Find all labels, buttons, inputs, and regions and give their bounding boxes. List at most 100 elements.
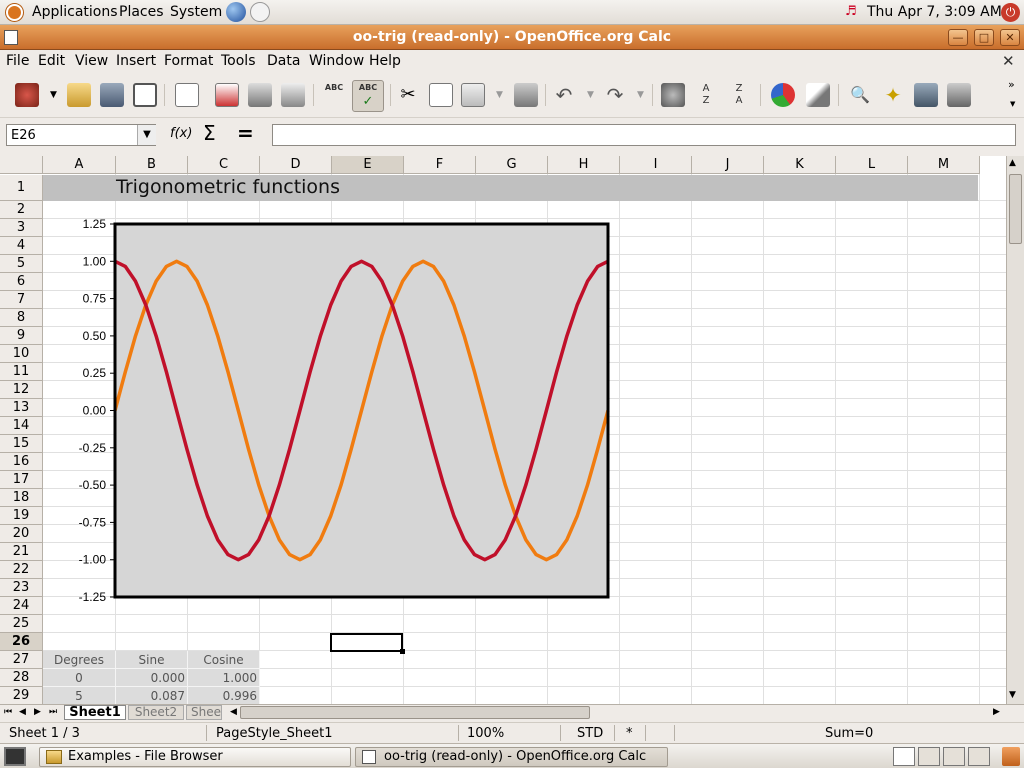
table-cell[interactable]: 0.000 xyxy=(116,669,188,687)
menu-file[interactable]: File xyxy=(6,53,29,69)
row-header-4[interactable]: 4 xyxy=(0,237,43,255)
email-client-icon[interactable] xyxy=(250,2,270,22)
row-header-1[interactable]: 1 xyxy=(0,175,43,201)
row-header-11[interactable]: 11 xyxy=(0,363,43,381)
menu-view[interactable]: View xyxy=(75,53,108,69)
row-header-25[interactable]: 25 xyxy=(0,615,43,633)
workspace-2-icon[interactable] xyxy=(918,747,940,766)
row-header-21[interactable]: 21 xyxy=(0,543,43,561)
scroll-down-icon[interactable]: ▼ xyxy=(1009,690,1016,700)
row-header-13[interactable]: 13 xyxy=(0,399,43,417)
menu-data[interactable]: Data xyxy=(267,53,300,69)
row-header-6[interactable]: 6 xyxy=(0,273,43,291)
column-header-c[interactable]: C xyxy=(188,156,260,174)
row-header-8[interactable]: 8 xyxy=(0,309,43,327)
table-cell[interactable]: 1.000 xyxy=(188,669,260,687)
menu-edit[interactable]: Edit xyxy=(38,53,65,69)
name-box[interactable]: E26 ▼ xyxy=(6,124,156,146)
new-document-icon[interactable] xyxy=(15,83,39,107)
menu-help[interactable]: Help xyxy=(369,53,401,69)
row-header-7[interactable]: 7 xyxy=(0,291,43,309)
scroll-up-icon[interactable]: ▲ xyxy=(1009,158,1016,168)
row-header-17[interactable]: 17 xyxy=(0,471,43,489)
ubuntu-logo-icon[interactable] xyxy=(6,4,23,21)
row-header-5[interactable]: 5 xyxy=(0,255,43,273)
table-cell[interactable]: 5 xyxy=(43,687,116,705)
window-titlebar[interactable]: oo-trig (read-only) - OpenOffice.org Cal… xyxy=(0,25,1024,50)
spellcheck-icon[interactable]: ABC xyxy=(322,83,346,107)
taskbar-calc-window[interactable]: oo-trig (read-only) - OpenOffice.org Cal… xyxy=(355,747,668,767)
row-header-29[interactable]: 29 xyxy=(0,687,43,705)
row-header-3[interactable]: 3 xyxy=(0,219,43,237)
menu-insert[interactable]: Insert xyxy=(116,53,156,69)
save-icon[interactable] xyxy=(100,83,124,107)
edit-file-icon[interactable] xyxy=(175,83,199,107)
paste-icon[interactable] xyxy=(461,83,485,107)
row-header-12[interactable]: 12 xyxy=(0,381,43,399)
vertical-scroll-thumb[interactable] xyxy=(1009,174,1022,244)
sort-ascending-icon[interactable]: AZ xyxy=(694,83,718,107)
row-header-28[interactable]: 28 xyxy=(0,669,43,687)
print-icon[interactable] xyxy=(248,83,272,107)
column-header-f[interactable]: F xyxy=(404,156,476,174)
tab-sheet2[interactable]: Sheet2 xyxy=(128,705,184,720)
insert-mode[interactable]: STD xyxy=(577,726,603,741)
copy-icon[interactable] xyxy=(429,83,453,107)
column-header-k[interactable]: K xyxy=(764,156,836,174)
power-icon[interactable]: ⏻ xyxy=(1001,3,1020,22)
menu-format[interactable]: Format xyxy=(164,53,213,69)
redo-dropdown-icon[interactable]: ▼ xyxy=(637,90,644,100)
redo-icon[interactable]: ↷ xyxy=(603,83,627,107)
vertical-scrollbar[interactable]: ▲ ▼ xyxy=(1006,156,1024,704)
trash-icon[interactable] xyxy=(1002,747,1020,766)
row-header-26[interactable]: 26 xyxy=(0,633,43,651)
row-header-18[interactable]: 18 xyxy=(0,489,43,507)
row-header-14[interactable]: 14 xyxy=(0,417,43,435)
minimize-button[interactable]: — xyxy=(948,29,968,46)
scroll-left-icon[interactable]: ◀ xyxy=(230,707,237,717)
toolbar-overflow-icon[interactable]: » xyxy=(1008,78,1015,91)
scroll-right-icon[interactable]: ▶ xyxy=(993,707,1000,717)
row-header-24[interactable]: 24 xyxy=(0,597,43,615)
row-header-23[interactable]: 23 xyxy=(0,579,43,597)
hyperlink-icon[interactable] xyxy=(661,83,685,107)
page-preview-icon[interactable] xyxy=(281,83,305,107)
table-header-cell[interactable]: Cosine xyxy=(188,651,260,669)
volume-icon[interactable]: ♬ xyxy=(845,5,861,19)
workspace-4-icon[interactable] xyxy=(968,747,990,766)
taskbar-file-browser[interactable]: Examples - File Browser xyxy=(39,747,351,767)
column-header-i[interactable]: I xyxy=(620,156,692,174)
new-dropdown-icon[interactable]: ▼ xyxy=(50,90,57,100)
function-icon[interactable]: = xyxy=(237,121,254,145)
tab-sheet3[interactable]: Shee xyxy=(186,705,222,720)
table-cell[interactable]: 0.996 xyxy=(188,687,260,705)
close-document-icon[interactable]: ✕ xyxy=(1002,52,1015,70)
show-desktop-icon[interactable] xyxy=(4,747,26,766)
paste-dropdown-icon[interactable]: ▼ xyxy=(496,90,503,100)
navigator-icon[interactable]: ✦ xyxy=(881,83,905,107)
row-header-2[interactable]: 2 xyxy=(0,201,43,219)
table-cell[interactable]: 0 xyxy=(43,669,116,687)
horizontal-scroll-thumb[interactable] xyxy=(240,706,590,719)
prev-sheet-icon[interactable]: ◀ xyxy=(19,707,26,717)
maximize-button[interactable]: □ xyxy=(974,29,994,46)
row-header-15[interactable]: 15 xyxy=(0,435,43,453)
next-sheet-icon[interactable]: ▶ xyxy=(34,707,41,717)
tab-sheet1[interactable]: Sheet1 xyxy=(64,705,126,720)
export-pdf-icon[interactable] xyxy=(215,83,239,107)
sum-indicator[interactable]: Sum=0 xyxy=(825,726,873,741)
toolbar-options-icon[interactable]: ▼ xyxy=(1010,100,1015,108)
sum-icon[interactable]: Σ xyxy=(203,121,216,145)
row-header-10[interactable]: 10 xyxy=(0,345,43,363)
row-header-22[interactable]: 22 xyxy=(0,561,43,579)
column-header-a[interactable]: A xyxy=(43,156,116,174)
function-wizard-icon[interactable]: f(x) xyxy=(170,126,192,141)
table-cell[interactable]: 0.087 xyxy=(116,687,188,705)
column-header-b[interactable]: B xyxy=(116,156,188,174)
first-sheet-icon[interactable]: ⏮ xyxy=(4,707,12,717)
last-sheet-icon[interactable]: ⏭ xyxy=(49,707,57,717)
spreadsheet-grid[interactable]: ABCDEFGHIJKLM 1 2 3 4 5 6 7 8 9 10 11 12 13 14 15 16 17 1… xyxy=(0,156,1024,705)
column-header-j[interactable]: J xyxy=(692,156,764,174)
close-window-button[interactable]: ✕ xyxy=(1000,29,1020,46)
row-header-27[interactable]: 27 xyxy=(0,651,43,669)
